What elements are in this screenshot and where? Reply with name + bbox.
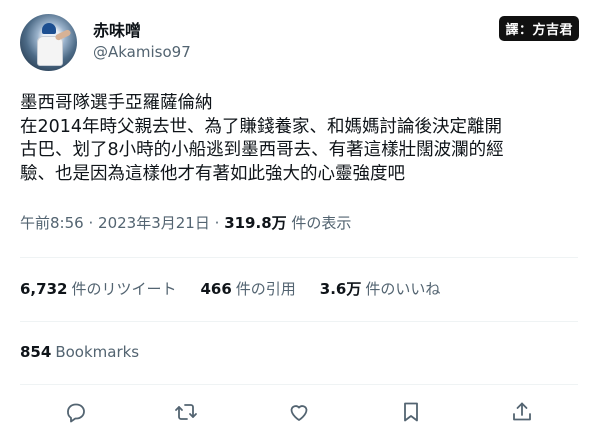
share-icon [513, 402, 531, 421]
views-count: 319.8万 [224, 214, 287, 232]
like-icon [290, 405, 308, 421]
avatar-jersey [37, 36, 63, 66]
bookmarks-count: 854 [20, 343, 52, 361]
likes-label: 件のいいね [365, 280, 441, 298]
tweet-header: 赤味噌 @Akamiso97 [20, 14, 580, 72]
bookmarks-stat[interactable]: 854 Bookmarks [20, 343, 139, 361]
meta-separator: · [214, 214, 220, 232]
tweet-time[interactable]: 午前8:56 [20, 214, 84, 232]
action-bar [20, 392, 578, 432]
share-button[interactable] [510, 400, 534, 424]
bookmarks-label: Bookmarks [55, 343, 140, 361]
tweet-text: 墨西哥隊選手亞羅薩倫納 在2014年時父親去世、為了賺錢養家、和媽媽討論後決定離… [20, 92, 590, 186]
bookmark-button[interactable] [399, 400, 423, 424]
divider [20, 321, 578, 322]
quotes-label: 件の引用 [235, 280, 296, 298]
divider [20, 257, 578, 258]
avatar[interactable] [20, 14, 77, 71]
tweet-line: 在2014年時父親去世、為了賺錢養家、和媽媽討論後決定離開 [20, 116, 503, 137]
retweet-icon [175, 404, 197, 420]
views-label: 件の表示 [291, 214, 352, 232]
quotes-stat[interactable]: 466 件の引用 [200, 278, 295, 299]
likes-stat[interactable]: 3.6万 件のいいね [320, 278, 441, 299]
tweet-line: 古巴、划了8小時的小船逃到墨西哥去、有著這樣壯闊波瀾的經 [20, 140, 504, 160]
tweet-date[interactable]: 2023年3月21日 [98, 214, 210, 232]
tweet-line: 驗、也是因為這樣他才有著如此強大的心靈強度吧 [20, 163, 405, 184]
reply-button[interactable] [64, 400, 88, 424]
bookmark-icon [404, 402, 418, 422]
divider [20, 384, 578, 385]
avatar-cap [42, 23, 56, 34]
author-display-name[interactable]: 赤味噌 [93, 17, 141, 41]
avatar-arm [54, 28, 72, 42]
retweets-stat[interactable]: 6,732 件のリツイート [20, 278, 176, 299]
like-button[interactable] [287, 400, 311, 424]
author-handle[interactable]: @Akamiso97 [93, 43, 191, 61]
likes-count: 3.6万 [319, 280, 362, 298]
quotes-count: 466 [200, 280, 232, 298]
reply-icon [67, 403, 85, 423]
tweet-meta: 午前8:56 · 2023年3月21日 · 319.8万 件の表示 [20, 212, 351, 233]
engagement-stats: 6,732 件のリツイート 466 件の引用 3.6万 件のいいね [20, 278, 440, 299]
meta-separator: · [88, 214, 94, 232]
retweets-count: 6,732 [20, 280, 68, 298]
tweet-line: 墨西哥隊選手亞羅薩倫納 [20, 93, 213, 113]
retweets-label: 件のリツイート [71, 280, 177, 298]
retweet-button[interactable] [174, 400, 198, 424]
translator-watermark: 譯：方吉君 [499, 16, 579, 41]
